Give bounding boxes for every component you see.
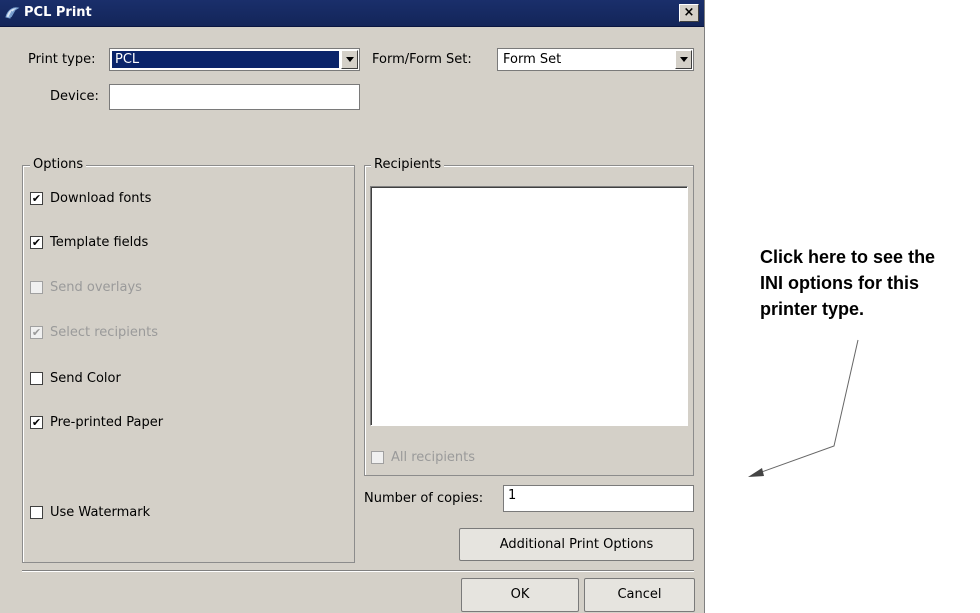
annotation-arrow — [748, 339, 859, 477]
